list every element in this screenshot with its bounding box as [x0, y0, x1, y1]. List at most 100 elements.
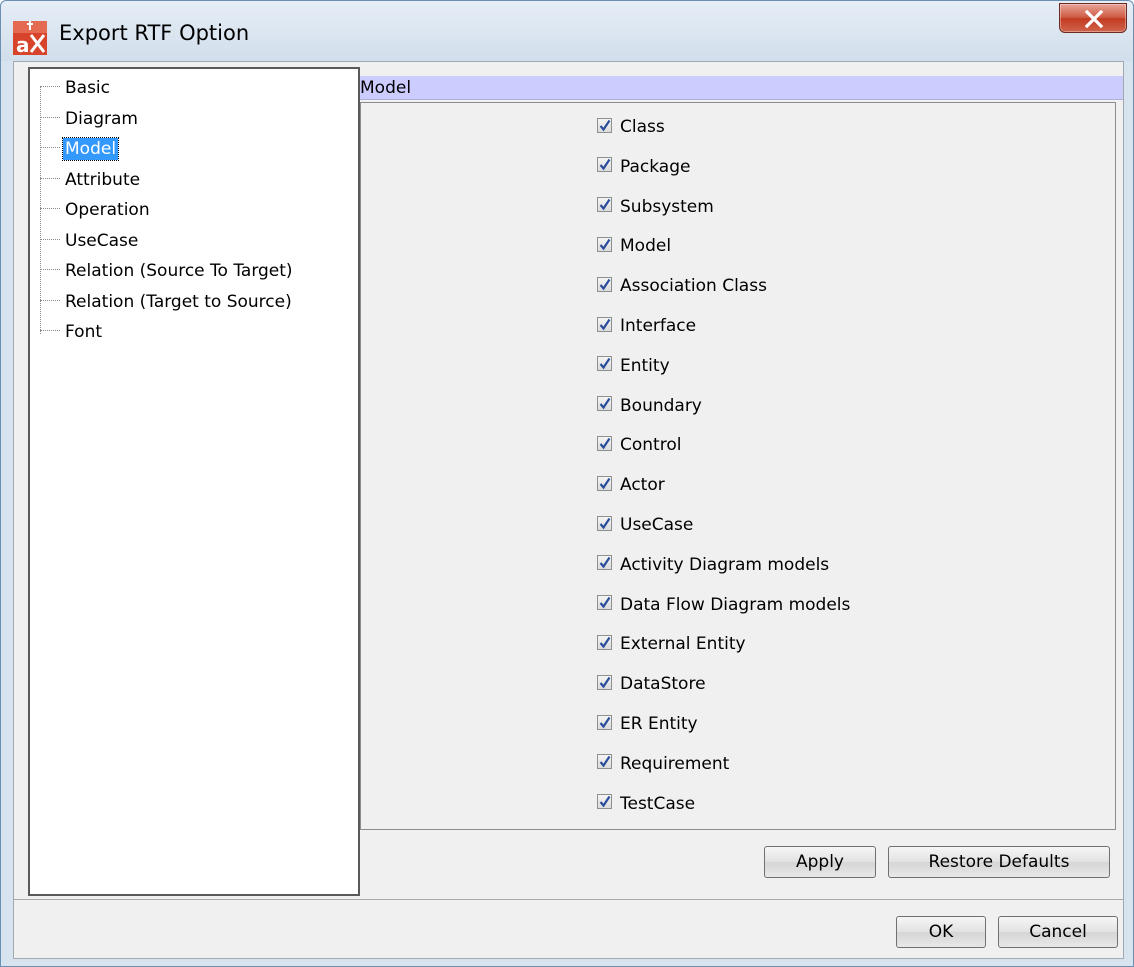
- export-rtf-option-dialog: a Export RTF Option Basic Diagram Model Att…: [0, 0, 1134, 967]
- cancel-button[interactable]: Cancel: [998, 916, 1118, 948]
- close-button[interactable]: [1059, 3, 1127, 33]
- checkbox[interactable]: [597, 754, 612, 770]
- tree-item-label: UseCase: [65, 230, 139, 251]
- checkbox-label: External Entity: [620, 634, 746, 655]
- section-header: Model: [360, 76, 1123, 100]
- checkbox[interactable]: [597, 794, 612, 810]
- tree-item[interactable]: Basic: [40, 76, 112, 100]
- tree-item[interactable]: Operation: [40, 198, 152, 222]
- tree-item[interactable]: Relation (Source To Target): [40, 259, 295, 283]
- tree-item-label: Font: [65, 322, 103, 342]
- checkbox[interactable]: [597, 157, 612, 173]
- checkbox[interactable]: [597, 276, 612, 292]
- checkbox-label: Boundary: [620, 395, 702, 416]
- checkmark-icon: [599, 397, 611, 410]
- option-checkbox-row[interactable]: Control: [597, 433, 681, 457]
- checkbox[interactable]: [597, 316, 612, 332]
- tree-item[interactable]: UseCase: [40, 229, 140, 253]
- checkmark-icon: [599, 716, 611, 728]
- checkbox-label: Control: [620, 435, 682, 456]
- option-checkbox-row[interactable]: Data Flow Diagram models: [597, 593, 850, 617]
- tree-item-label: Relation (Source To Target): [65, 261, 293, 281]
- checkbox-label: Data Flow Diagram models: [620, 594, 851, 615]
- checkmark-icon: [599, 477, 611, 490]
- checkbox-label: ER Entity: [620, 714, 698, 734]
- option-checkbox-row[interactable]: Interface: [597, 314, 696, 338]
- tree-connector: [40, 330, 60, 332]
- dialog-body: Basic Diagram Model Attribute Operation UseCa…: [13, 61, 1124, 959]
- option-checkbox-row[interactable]: ER Entity: [597, 712, 698, 736]
- checkbox-label: Package: [620, 156, 691, 177]
- checkbox[interactable]: [597, 197, 612, 213]
- checkbox-label: Class: [620, 117, 665, 137]
- checkbox[interactable]: [597, 117, 612, 133]
- option-checkbox-row[interactable]: Actor: [597, 473, 665, 497]
- checkbox-label: Entity: [620, 355, 670, 376]
- checkbox[interactable]: [597, 674, 612, 690]
- checkmark-icon: [599, 198, 611, 211]
- option-checkbox-row[interactable]: Entity: [597, 354, 670, 378]
- checkbox[interactable]: [597, 634, 612, 650]
- checkbox-label: Association Class: [620, 276, 767, 297]
- checkbox[interactable]: [597, 396, 612, 412]
- checkbox[interactable]: [597, 356, 612, 372]
- option-checkbox-row[interactable]: Package: [597, 155, 690, 179]
- checkbox-label: Interface: [620, 316, 697, 336]
- tree-item[interactable]: Font: [40, 320, 104, 344]
- footer-divider: [14, 899, 1123, 900]
- option-checkbox-row[interactable]: DataStore: [597, 672, 706, 696]
- checkbox-label: DataStore: [620, 674, 706, 695]
- option-tree: Basic Diagram Model Attribute Operation UseCa…: [28, 67, 360, 896]
- checkmark-icon: [599, 557, 611, 569]
- restore-defaults-button[interactable]: Restore Defaults: [888, 846, 1110, 878]
- option-checkbox-row[interactable]: Boundary: [597, 394, 702, 418]
- option-checkbox-row[interactable]: Association Class: [597, 274, 767, 298]
- checkmark-icon: [599, 278, 611, 291]
- tree-item-label: Operation: [65, 200, 150, 220]
- tree-connector: [40, 238, 60, 241]
- checkmark-icon: [599, 596, 611, 609]
- tree-item-label: Model: [61, 137, 120, 161]
- tree-item[interactable]: Attribute: [40, 168, 142, 192]
- checkbox-label: TestCase: [620, 793, 696, 814]
- tree-connector: [40, 147, 60, 149]
- apply-button[interactable]: Apply: [764, 846, 876, 878]
- tree-item[interactable]: Diagram: [40, 107, 140, 131]
- option-checkbox-row[interactable]: Model: [597, 234, 671, 258]
- checkbox[interactable]: [597, 515, 612, 531]
- checkmark-icon: [599, 238, 611, 251]
- option-checkbox-row[interactable]: Activity Diagram models: [597, 553, 829, 577]
- checkmark-icon: [599, 119, 611, 131]
- tree-item-label: Diagram: [65, 108, 138, 129]
- tree-item[interactable]: Relation (Target to Source): [40, 290, 294, 314]
- option-checkbox-row[interactable]: Subsystem: [597, 195, 714, 219]
- title-bar[interactable]: a Export RTF Option: [1, 1, 1133, 61]
- tree-connector: [40, 116, 60, 119]
- option-checkbox-row[interactable]: Requirement: [597, 752, 729, 776]
- checkbox[interactable]: [597, 475, 612, 491]
- checkbox[interactable]: [597, 714, 612, 730]
- checkmark-icon: [599, 437, 611, 450]
- option-checkbox-row[interactable]: TestCase: [597, 792, 695, 816]
- checkmark-icon: [599, 358, 611, 370]
- checkmark-icon: [599, 159, 611, 171]
- checkbox[interactable]: [597, 555, 612, 571]
- checkbox-label: Subsystem: [620, 196, 714, 217]
- option-checkbox-row[interactable]: Class: [597, 115, 665, 139]
- checkbox[interactable]: [597, 595, 612, 611]
- tree-connector: [40, 269, 60, 271]
- checkmark-icon: [599, 318, 611, 330]
- tree-connector: [40, 299, 60, 302]
- checkbox-label: Actor: [620, 475, 665, 496]
- section-title: Model: [360, 78, 412, 98]
- option-checkbox-row[interactable]: UseCase: [597, 513, 693, 537]
- tree-item[interactable]: Model: [40, 137, 120, 161]
- ok-button[interactable]: OK: [896, 916, 986, 948]
- checkbox[interactable]: [597, 435, 612, 451]
- checkbox-label: Activity Diagram models: [620, 554, 830, 575]
- checkmark-icon: [599, 517, 611, 529]
- option-checkbox-row[interactable]: External Entity: [597, 632, 746, 656]
- checkbox[interactable]: [597, 236, 612, 252]
- checkbox-label: UseCase: [620, 515, 694, 535]
- checkbox-label: Requirement: [620, 753, 730, 774]
